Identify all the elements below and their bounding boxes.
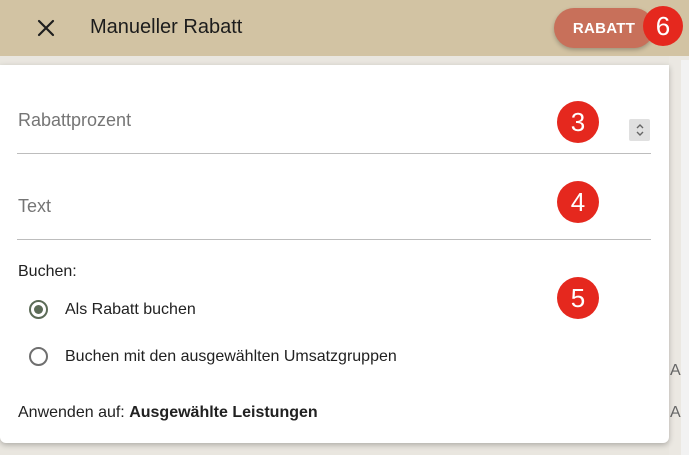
dialog-title: Manueller Rabatt bbox=[90, 16, 243, 38]
annotation-badge-5: 5 bbox=[557, 277, 599, 319]
background-scroll-strip bbox=[681, 60, 689, 455]
buchen-label: Buchen: bbox=[18, 263, 77, 280]
annotation-badge-4: 4 bbox=[557, 181, 599, 223]
radio-option-rabatt[interactable]: Als Rabatt buchen bbox=[29, 300, 196, 319]
radio-option-umsatzgruppen[interactable]: Buchen mit den ausgewählten Umsatzgruppe… bbox=[29, 347, 397, 366]
close-icon bbox=[37, 19, 55, 37]
radio-unchecked-icon[interactable] bbox=[29, 347, 48, 366]
discount-percent-field[interactable]: Rabattprozent bbox=[17, 100, 651, 154]
radio-checked-icon[interactable] bbox=[29, 300, 48, 319]
unfold-icon bbox=[636, 124, 643, 136]
background-text: A bbox=[670, 362, 681, 379]
apply-to-row: Anwenden auf: Ausgewählte Leistungen bbox=[18, 404, 318, 422]
discount-percent-label: Rabattprozent bbox=[18, 110, 132, 130]
text-field[interactable]: Text bbox=[17, 186, 651, 240]
background-text: A bbox=[670, 404, 681, 421]
radio-option-label: Buchen mit den ausgewählten Umsatzgruppe… bbox=[65, 347, 397, 365]
annotation-badge-3: 3 bbox=[557, 101, 599, 143]
annotation-badge-6: 6 bbox=[643, 6, 683, 46]
rabatt-button[interactable]: RABATT bbox=[554, 8, 654, 48]
text-field-label: Text bbox=[18, 196, 52, 216]
radio-option-label: Als Rabatt buchen bbox=[65, 300, 196, 318]
percent-stepper[interactable] bbox=[629, 119, 650, 141]
close-button[interactable] bbox=[32, 14, 60, 42]
dialog-header: Manueller Rabatt RABATT 6 bbox=[0, 0, 689, 56]
apply-to-label: Anwenden auf: bbox=[18, 404, 130, 421]
apply-to-value: Ausgewählte Leistungen bbox=[129, 404, 318, 421]
